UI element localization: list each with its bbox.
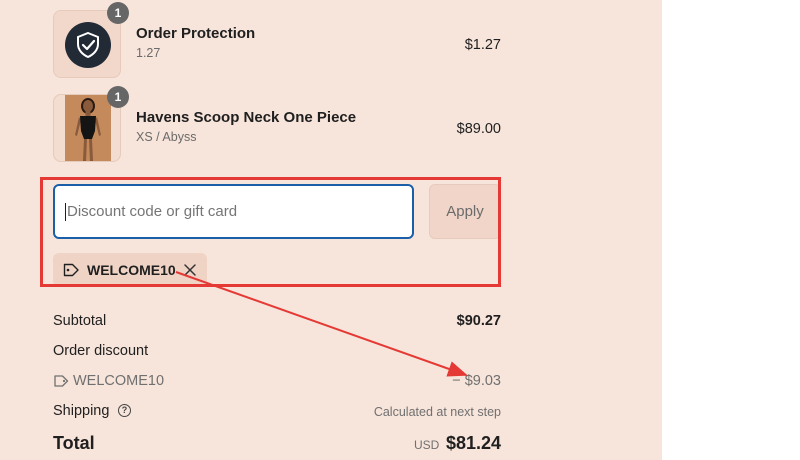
tag-icon bbox=[63, 263, 79, 277]
discount-code-input[interactable] bbox=[53, 184, 414, 239]
apply-button[interactable]: Apply bbox=[429, 184, 501, 239]
quantity-badge: 1 bbox=[107, 86, 129, 108]
item-name: Order Protection bbox=[136, 25, 256, 42]
line-item-order-protection: 1 Order Protection 1.27 $1.27 bbox=[53, 2, 501, 78]
order-discount-label: Order discount bbox=[53, 343, 149, 359]
tag-icon bbox=[54, 375, 69, 387]
item-variant: XS / Abyss bbox=[136, 130, 197, 144]
applied-discount-chip: WELCOME10 bbox=[53, 253, 207, 287]
discount-value: − $9.03 bbox=[452, 373, 501, 389]
order-summary-panel: 1 Order Protection 1.27 $1.27 1 Havens S… bbox=[0, 0, 662, 460]
question-icon[interactable]: ? bbox=[118, 404, 131, 417]
total-label: Total bbox=[53, 433, 95, 453]
applied-discount-code: WELCOME10 bbox=[87, 262, 176, 278]
shipping-label: Shipping bbox=[53, 403, 110, 419]
item-variant: 1.27 bbox=[136, 46, 161, 60]
item-price: $1.27 bbox=[464, 37, 501, 53]
subtotal-value: $90.27 bbox=[456, 313, 501, 329]
text-caret bbox=[65, 203, 66, 221]
shipping-value: Calculated at next step bbox=[373, 405, 501, 419]
item-name: Havens Scoop Neck One Piece bbox=[136, 109, 357, 126]
product-thumbnail: 1 bbox=[53, 86, 129, 162]
total-value: $81.24 bbox=[445, 433, 501, 453]
quantity-badge: 1 bbox=[107, 2, 129, 24]
total-currency: USD bbox=[414, 438, 440, 452]
subtotal-label: Subtotal bbox=[53, 313, 107, 329]
line-item-swimsuit: 1 Havens Scoop Neck One Piece XS / Abyss… bbox=[53, 86, 501, 162]
shield-check-icon bbox=[65, 22, 111, 68]
discount-code-label: WELCOME10 bbox=[73, 373, 165, 389]
item-price: $89.00 bbox=[456, 121, 501, 137]
product-thumbnail: 1 bbox=[53, 2, 129, 78]
close-icon[interactable] bbox=[183, 263, 197, 277]
